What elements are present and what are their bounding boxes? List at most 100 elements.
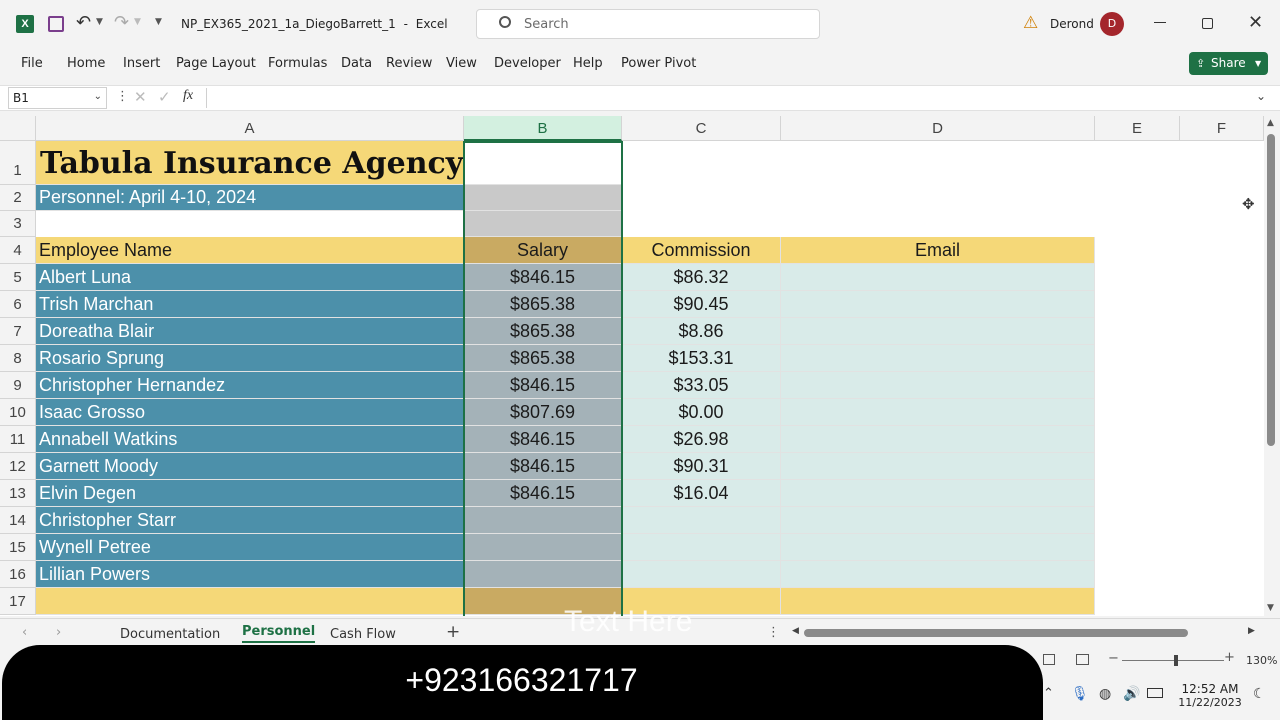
row-header-7[interactable]: 7: [0, 318, 36, 345]
column-header-a[interactable]: A: [36, 116, 464, 141]
row-header-1[interactable]: 1: [0, 141, 36, 185]
employee-name[interactable]: Christopher Hernandez: [36, 372, 464, 399]
sheet-subtitle[interactable]: Personnel: April 4-10, 2024: [36, 185, 464, 211]
salary-cell[interactable]: $846.15: [464, 426, 622, 453]
row-header-6[interactable]: 6: [0, 291, 36, 318]
name-box[interactable]: B1 ⌄: [8, 87, 107, 109]
battery-icon[interactable]: [1147, 688, 1163, 698]
commission-cell[interactable]: $0.00: [622, 399, 781, 426]
warning-icon[interactable]: ⚠: [1023, 13, 1038, 33]
worksheet-grid[interactable]: A B C D E F 1 2 3 4 5 6 7 8 9 10 11 12 1…: [0, 116, 1264, 616]
expand-formula-bar-icon[interactable]: ⌄: [1256, 89, 1266, 103]
salary-cell[interactable]: [464, 534, 622, 561]
employee-name[interactable]: Albert Luna: [36, 264, 464, 291]
salary-cell[interactable]: $846.15: [464, 372, 622, 399]
salary-cell[interactable]: $846.15: [464, 264, 622, 291]
employee-name[interactable]: Lillian Powers: [36, 561, 464, 588]
employee-name[interactable]: Rosario Sprung: [36, 345, 464, 372]
insert-function-icon[interactable]: fx: [183, 88, 193, 104]
column-header-e[interactable]: E: [1095, 116, 1180, 141]
row-header-10[interactable]: 10: [0, 399, 36, 426]
sheet-tab-cash-flow[interactable]: Cash Flow: [330, 627, 396, 642]
cell-b3[interactable]: [464, 211, 622, 237]
commission-cell[interactable]: [622, 561, 781, 588]
row-header-15[interactable]: 15: [0, 534, 36, 561]
salary-cell[interactable]: $865.38: [464, 318, 622, 345]
confirm-entry-icon[interactable]: ✓: [158, 88, 171, 106]
row-header-3[interactable]: 3: [0, 211, 36, 237]
search-box[interactable]: Search: [476, 9, 820, 39]
salary-cell[interactable]: [464, 507, 622, 534]
employee-name[interactable]: Elvin Degen: [36, 480, 464, 507]
commission-cell[interactable]: $86.32: [622, 264, 781, 291]
employee-name[interactable]: Christopher Starr: [36, 507, 464, 534]
salary-cell[interactable]: $865.38: [464, 291, 622, 318]
menu-insert[interactable]: Insert: [123, 56, 160, 71]
employee-name[interactable]: Wynell Petree: [36, 534, 464, 561]
menu-data[interactable]: Data: [341, 56, 372, 71]
add-sheet-icon[interactable]: +: [446, 622, 460, 642]
save-icon[interactable]: [48, 16, 64, 32]
commission-cell[interactable]: $90.31: [622, 453, 781, 480]
commission-cell[interactable]: [622, 507, 781, 534]
menu-home[interactable]: Home: [67, 56, 105, 71]
email-cell[interactable]: [781, 345, 1095, 372]
header-commission[interactable]: Commission: [622, 237, 781, 264]
scroll-up-icon[interactable]: ▲: [1267, 118, 1274, 128]
more-options-icon[interactable]: ⋮: [116, 89, 129, 104]
email-cell[interactable]: [781, 561, 1095, 588]
zoom-out-icon[interactable]: −: [1108, 651, 1119, 666]
row-header-14[interactable]: 14: [0, 507, 36, 534]
email-cell[interactable]: [781, 318, 1095, 345]
commission-cell[interactable]: [622, 534, 781, 561]
menu-view[interactable]: View: [446, 56, 477, 71]
email-cell[interactable]: [781, 291, 1095, 318]
tab-options-icon[interactable]: ⋮: [767, 625, 780, 640]
moon-icon[interactable]: ☾: [1253, 686, 1266, 702]
row-header-12[interactable]: 12: [0, 453, 36, 480]
vertical-scroll-thumb[interactable]: [1267, 134, 1275, 446]
row-header-16[interactable]: 16: [0, 561, 36, 588]
employee-name[interactable]: Doreatha Blair: [36, 318, 464, 345]
restore-icon[interactable]: [1202, 18, 1213, 29]
email-cell[interactable]: [781, 399, 1095, 426]
horizontal-scrollbar[interactable]: ◀ ▶: [790, 625, 1260, 641]
minimize-icon[interactable]: [1154, 22, 1166, 23]
row-header-13[interactable]: 13: [0, 480, 36, 507]
commission-cell[interactable]: $153.31: [622, 345, 781, 372]
commission-cell[interactable]: $26.98: [622, 426, 781, 453]
close-icon[interactable]: ✕: [1248, 12, 1263, 33]
scroll-down-icon[interactable]: ▼: [1267, 603, 1274, 613]
customize-toolbar-icon[interactable]: ▼: [155, 17, 162, 27]
email-cell[interactable]: [781, 507, 1095, 534]
salary-cell[interactable]: [464, 561, 622, 588]
network-icon[interactable]: ◍: [1099, 686, 1111, 702]
email-cell[interactable]: [781, 480, 1095, 507]
redo-dropdown-icon[interactable]: ▼: [134, 17, 141, 27]
email-cell[interactable]: [781, 426, 1095, 453]
employee-name[interactable]: Isaac Grosso: [36, 399, 464, 426]
undo-icon[interactable]: ↶: [76, 12, 91, 33]
header-email[interactable]: Email: [781, 237, 1095, 264]
row-header-11[interactable]: 11: [0, 426, 36, 453]
cancel-entry-icon[interactable]: ✕: [134, 88, 147, 106]
taskbar-clock[interactable]: 12:52 AM 11/22/2023: [1171, 682, 1249, 709]
salary-cell[interactable]: $807.69: [464, 399, 622, 426]
commission-cell[interactable]: $90.45: [622, 291, 781, 318]
zoom-level[interactable]: 130%: [1246, 654, 1277, 667]
row-header-17[interactable]: 17: [0, 588, 36, 615]
horizontal-scroll-thumb[interactable]: [804, 629, 1188, 637]
column-header-f[interactable]: F: [1180, 116, 1264, 141]
scroll-left-icon[interactable]: ◀: [792, 626, 799, 636]
email-cell[interactable]: [781, 264, 1095, 291]
menu-page-layout[interactable]: Page Layout: [176, 56, 256, 71]
salary-cell[interactable]: $846.15: [464, 480, 622, 507]
menu-review[interactable]: Review: [386, 56, 432, 71]
page-layout-view-icon[interactable]: [1043, 654, 1055, 665]
zoom-in-icon[interactable]: +: [1224, 650, 1235, 665]
salary-cell[interactable]: $846.15: [464, 453, 622, 480]
zoom-slider[interactable]: [1122, 660, 1224, 661]
zoom-slider-thumb[interactable]: [1174, 655, 1178, 666]
employee-name[interactable]: Annabell Watkins: [36, 426, 464, 453]
employee-name[interactable]: Trish Marchan: [36, 291, 464, 318]
